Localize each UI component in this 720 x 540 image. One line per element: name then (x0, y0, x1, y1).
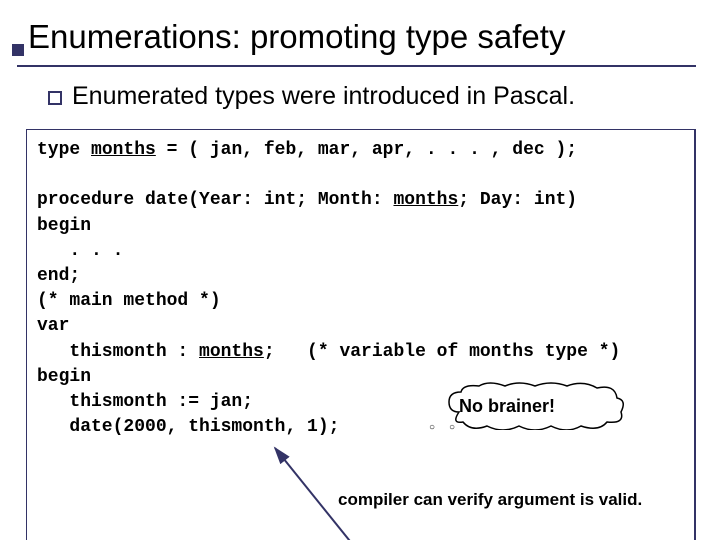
code-line: var (37, 316, 69, 336)
caption-text: compiler can verify argument is valid. (338, 490, 642, 510)
header-rule (17, 65, 696, 67)
code-line: begin (37, 367, 91, 387)
code-line: ; Day: int) (458, 190, 577, 210)
code-underline: months (199, 342, 264, 362)
code-underline: months (393, 190, 458, 210)
bubble-tail-dots: ○ ○ (429, 422, 459, 436)
code-line: thismonth := jan; (37, 392, 253, 412)
slide-body: Enumerated types were introduced in Pasc… (48, 82, 688, 540)
code-line: thismonth : (37, 342, 199, 362)
code-line: (* main method *) (37, 291, 221, 311)
bullet-item: Enumerated types were introduced in Pasc… (48, 82, 688, 111)
code-line: ; (* variable of months type *) (264, 342, 620, 362)
slide-title: Enumerations: promoting type safety (28, 18, 565, 56)
code-line: date(2000, thismonth, 1); (37, 417, 339, 437)
bullet-icon (48, 91, 62, 105)
header-accent (12, 44, 24, 56)
code-block: type months = ( jan, feb, mar, apr, . . … (26, 129, 696, 540)
bullet-text: Enumerated types were introduced in Pasc… (72, 82, 575, 111)
code-line: procedure date(Year: int; Month: (37, 190, 393, 210)
code-line: end; (37, 266, 80, 286)
code-line: type (37, 140, 91, 160)
code-line: begin (37, 216, 91, 236)
speech-bubble-text: No brainer! (459, 394, 555, 419)
code-line: . . . (37, 241, 123, 261)
code-line: = ( jan, feb, mar, apr, . . . , dec ); (156, 140, 577, 160)
code-underline: months (91, 140, 156, 160)
